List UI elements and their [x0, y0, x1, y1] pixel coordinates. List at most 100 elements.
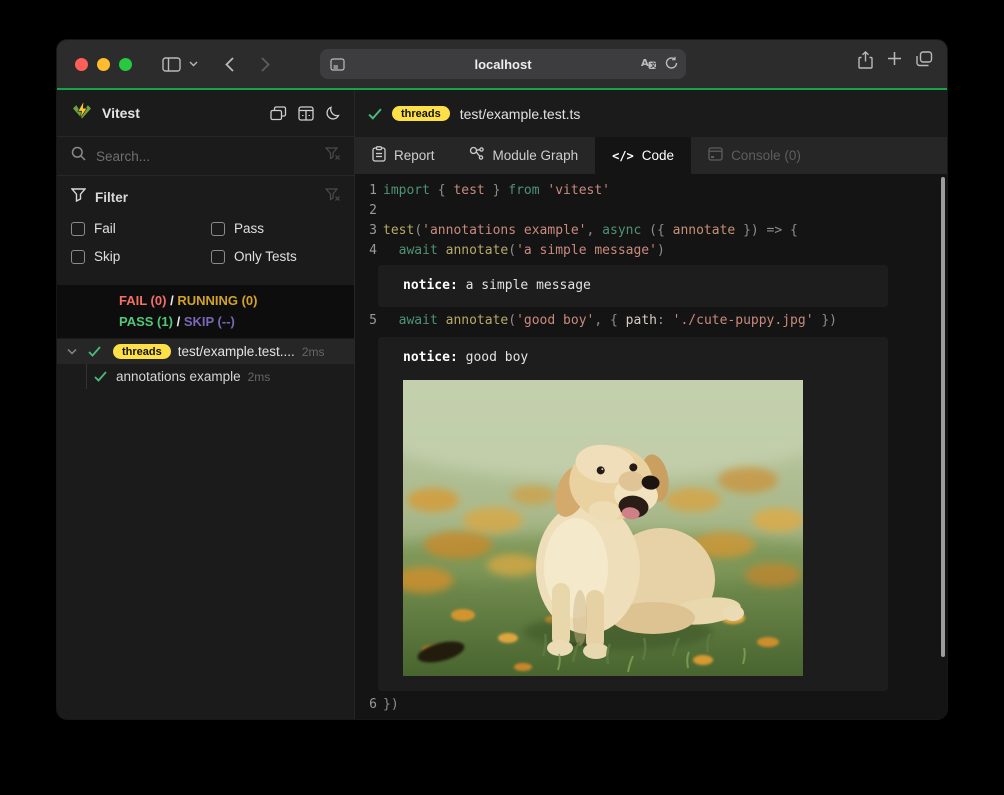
pool-badge: threads [113, 344, 171, 359]
code-line: 3test('annotations example', async ({ an… [355, 221, 947, 241]
checkbox-box[interactable] [211, 250, 225, 264]
svg-text:文: 文 [649, 61, 657, 69]
code-content: 1import { test } from 'vitest'23test('an… [355, 181, 947, 715]
dashboard-icon[interactable] [298, 106, 314, 121]
test-file-name: test/example.test.... [178, 344, 295, 359]
chevron-down-icon[interactable] [67, 348, 77, 355]
filter-title: Filter [95, 190, 325, 205]
open-file-name: test/example.test.ts [460, 106, 581, 122]
checkbox-pass[interactable]: Pass [211, 221, 340, 236]
code-line: 6}) [355, 695, 947, 715]
browser-toolbar: localhost A 文 [57, 40, 947, 88]
checkbox-only-tests[interactable]: Only Tests [211, 249, 340, 264]
browser-window: localhost A 文 [57, 40, 947, 719]
close-window-button[interactable] [75, 58, 88, 71]
test-tree: threads test/example.test.... 2ms annota… [57, 339, 354, 389]
code-line: 4 await annotate('a simple message') [355, 241, 947, 261]
line-number: 4 [361, 241, 377, 261]
zoom-window-button[interactable] [119, 58, 132, 71]
pass-check-icon [368, 108, 382, 120]
file-header: threads test/example.test.ts [355, 90, 947, 137]
checkbox-fail[interactable]: Fail [71, 221, 211, 236]
notice-label: notice: [403, 278, 458, 293]
line-number: 5 [361, 311, 377, 331]
clear-filter-icon[interactable] [325, 188, 340, 206]
line-number: 2 [361, 201, 377, 221]
fail-count: FAIL (0) [119, 293, 166, 308]
tab-overview-icon[interactable] [916, 51, 933, 74]
line-number: 6 [361, 695, 377, 715]
notice-message: a simple message [458, 278, 591, 293]
pass-count: PASS (1) [119, 314, 173, 329]
test-summary: FAIL (0) / RUNNING (0) PASS (1) / SKIP (… [57, 285, 354, 338]
tab-report[interactable]: Report [355, 137, 452, 174]
code-text: import { test } from 'vitest' [383, 181, 610, 201]
search-input[interactable]: Search... [96, 149, 325, 164]
sidebar-header: Vitest [57, 90, 354, 137]
skip-count: SKIP (--) [184, 314, 235, 329]
tab-label: Console (0) [731, 148, 801, 163]
summary-line-1: FAIL (0) / RUNNING (0) [119, 290, 354, 311]
svg-text:A: A [641, 58, 649, 69]
checkbox-skip[interactable]: Skip [71, 249, 211, 264]
translate-icon[interactable]: A 文 [640, 56, 657, 73]
code-line: 1import { test } from 'vitest' [355, 181, 947, 201]
url-text: localhost [320, 57, 686, 72]
checkbox-box[interactable] [71, 222, 85, 236]
sidebar-toggle-icon[interactable] [158, 51, 184, 77]
minimize-window-button[interactable] [97, 58, 110, 71]
annotation-notice-panel: notice: a simple message [378, 265, 888, 307]
pool-badge: threads [392, 106, 450, 121]
sidebar: Vitest [57, 90, 355, 719]
filter-funnel-icon [71, 188, 86, 207]
report-icon [372, 146, 386, 165]
traffic-lights [75, 58, 132, 71]
tab-code[interactable]: </> Code [595, 137, 691, 174]
checkbox-box[interactable] [211, 222, 225, 236]
checkbox-box[interactable] [71, 250, 85, 264]
new-tab-icon[interactable] [887, 51, 902, 74]
expand-windows-icon[interactable] [270, 106, 287, 121]
dark-mode-moon-icon[interactable] [325, 106, 340, 121]
tab-label: Report [394, 148, 435, 163]
checkbox-label: Fail [94, 221, 116, 236]
chevron-down-icon[interactable] [184, 51, 202, 77]
tab-bar: Report Module Graph </> Code [355, 137, 947, 174]
puppy-photo [403, 380, 803, 676]
notice-label: notice: [403, 350, 458, 365]
forward-button[interactable] [252, 51, 278, 77]
reload-icon[interactable] [665, 56, 678, 73]
checkbox-label: Skip [94, 249, 120, 264]
search-bar[interactable]: Search... [57, 137, 354, 176]
tab-console[interactable]: Console (0) [691, 137, 818, 174]
checkbox-label: Only Tests [234, 249, 297, 264]
test-case-row[interactable]: annotations example 2ms [57, 364, 354, 389]
indent-guide [86, 364, 87, 389]
test-file-row[interactable]: threads test/example.test.... 2ms [57, 339, 354, 364]
scrollbar-thumb[interactable] [941, 177, 945, 657]
code-line: 5 await annotate('good boy', { path: './… [355, 311, 947, 331]
code-line: 2 [355, 201, 947, 221]
pass-check-icon [94, 371, 107, 382]
share-icon[interactable] [858, 51, 873, 74]
module-graph-icon [469, 146, 485, 165]
test-file-duration: 2ms [302, 345, 325, 359]
search-icon [71, 146, 86, 166]
code-editor[interactable]: 1import { test } from 'vitest'23test('an… [355, 174, 947, 719]
tab-module-graph[interactable]: Module Graph [452, 137, 596, 174]
test-case-duration: 2ms [248, 370, 271, 384]
checkbox-label: Pass [234, 221, 264, 236]
app-title: Vitest [102, 105, 140, 121]
vitest-logo-icon [71, 100, 93, 127]
running-count: RUNNING (0) [177, 293, 257, 308]
back-button[interactable] [216, 51, 242, 77]
clear-search-filter-icon[interactable] [325, 147, 340, 165]
pass-check-icon [88, 346, 101, 357]
code-text: await annotate('a simple message') [383, 241, 665, 261]
main-panel: threads test/example.test.ts Report [355, 90, 947, 719]
address-bar[interactable]: localhost A 文 [320, 49, 686, 79]
tab-label: Module Graph [493, 148, 579, 163]
console-icon [708, 147, 723, 164]
notice-message: good boy [458, 350, 528, 365]
summary-line-2: PASS (1) / SKIP (--) [119, 311, 354, 332]
